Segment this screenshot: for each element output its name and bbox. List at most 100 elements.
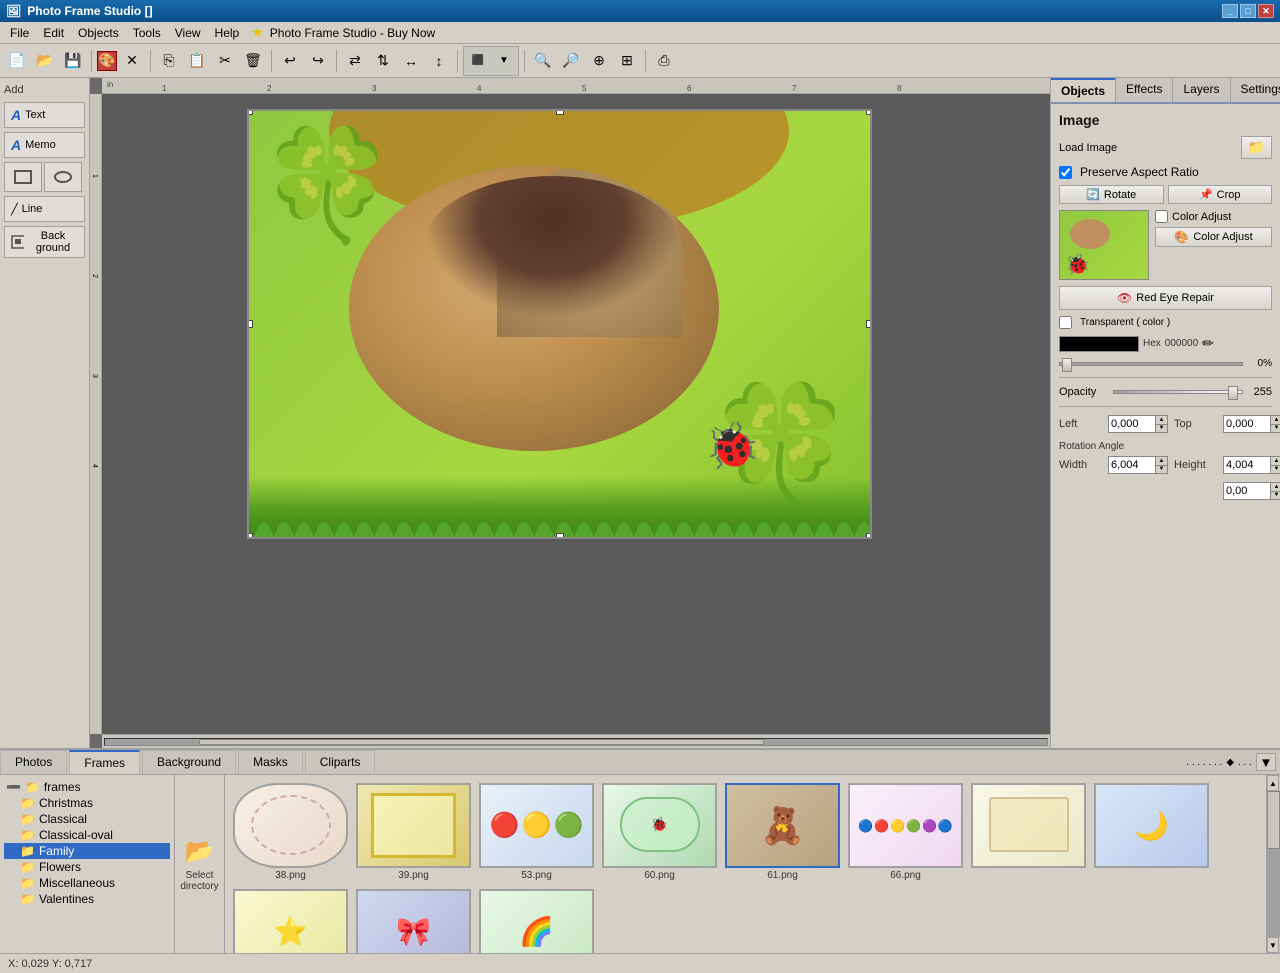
red-eye-button[interactable]: 👁 Red Eye Repair: [1059, 286, 1272, 310]
scroll-down-button[interactable]: ▼: [1256, 753, 1276, 771]
zoom-100-button[interactable]: ⊕: [586, 48, 612, 74]
scrollbar-thumb[interactable]: [199, 739, 764, 745]
align-right-button[interactable]: ▼: [491, 48, 517, 74]
width-input[interactable]: 6,004 ▲ ▼: [1108, 456, 1168, 474]
text-tool-button[interactable]: A Text: [4, 102, 85, 128]
thumb-39[interactable]: 39.png: [354, 781, 473, 883]
tree-classical[interactable]: 📁 Classical: [4, 811, 170, 827]
tab-effects[interactable]: Effects: [1116, 78, 1173, 102]
titlebar-controls[interactable]: _ □ ✕: [1222, 4, 1274, 18]
thumb-66[interactable]: 🔵🔴🟡 🟢🟣🔵 66.png: [846, 781, 965, 883]
tab-background[interactable]: Background: [142, 750, 236, 774]
tab-masks[interactable]: Masks: [238, 750, 303, 774]
handle-bl[interactable]: [247, 533, 253, 539]
redo-button[interactable]: ↪: [305, 48, 331, 74]
transparent-checkbox[interactable]: [1059, 316, 1072, 329]
menu-help[interactable]: Help: [209, 24, 246, 42]
opacity-slider[interactable]: [1113, 390, 1243, 394]
save-button[interactable]: 💾: [60, 48, 86, 74]
tree-root[interactable]: ➖ 📁 frames: [4, 779, 170, 795]
menu-view[interactable]: View: [169, 24, 207, 42]
canvas-scrollbar-h[interactable]: [102, 734, 1050, 748]
tab-layers[interactable]: Layers: [1173, 78, 1230, 102]
tree-christmas[interactable]: 📁 Christmas: [4, 795, 170, 811]
handle-br[interactable]: [866, 533, 872, 539]
crop-button[interactable]: 📌 Crop: [1168, 185, 1273, 204]
menu-edit[interactable]: Edit: [37, 24, 70, 42]
left-input[interactable]: 0,000 ▲ ▼: [1108, 415, 1168, 433]
color-slider[interactable]: [1059, 362, 1243, 366]
tab-objects[interactable]: Objects: [1051, 78, 1116, 102]
thumb-row2-5[interactable]: 🌈: [477, 887, 596, 953]
handle-tr[interactable]: [866, 109, 872, 115]
zoom-out-button[interactable]: 🔎: [558, 48, 584, 74]
scroll-down-button-v[interactable]: ▼: [1267, 937, 1279, 953]
thumb-row2-1[interactable]: [969, 781, 1088, 883]
tree-flowers[interactable]: 📁 Flowers: [4, 859, 170, 875]
rotation-input[interactable]: 0,00 ▲ ▼: [1223, 482, 1280, 500]
handle-bm[interactable]: [556, 533, 564, 539]
flip4-button[interactable]: ↕: [426, 48, 452, 74]
flip-v-button[interactable]: ⇅: [370, 48, 396, 74]
height-spin[interactable]: ▲ ▼: [1270, 457, 1280, 473]
left-spin-up[interactable]: ▲: [1155, 416, 1167, 425]
preserve-aspect-checkbox[interactable]: [1059, 166, 1072, 179]
load-image-button[interactable]: 📁: [1241, 136, 1272, 159]
flip3-button[interactable]: ↔: [398, 48, 424, 74]
tab-settings[interactable]: Settings: [1231, 78, 1280, 102]
close-button[interactable]: ✕: [1258, 4, 1274, 18]
canvas-area[interactable]: 🍀 🍀 🐞: [102, 94, 1050, 734]
height-input[interactable]: 4,004 ▲ ▼: [1223, 456, 1280, 474]
thumb-row2-2[interactable]: 🌙: [1092, 781, 1211, 883]
minimize-button[interactable]: _: [1222, 4, 1238, 18]
left-spin[interactable]: ▲ ▼: [1155, 416, 1167, 432]
select-directory-button[interactable]: 📂 Select directory: [175, 775, 225, 953]
maximize-button[interactable]: □: [1240, 4, 1256, 18]
memo-tool-button[interactable]: A Memo: [4, 132, 85, 158]
opacity-thumb[interactable]: [1228, 386, 1238, 400]
thumb-row2-3[interactable]: ⭐: [231, 887, 350, 953]
top-spin-up[interactable]: ▲: [1270, 416, 1280, 425]
thumb-scrollbar[interactable]: ▲ ▼: [1266, 775, 1280, 953]
undo-button[interactable]: ↩: [277, 48, 303, 74]
handle-tl[interactable]: [247, 109, 253, 115]
tree-miscellaneous[interactable]: 📁 Miscellaneous: [4, 875, 170, 891]
thumb-row2-4[interactable]: 🎀: [354, 887, 473, 953]
thumb-53[interactable]: 🔴 🟡 🟢 53.png: [477, 781, 596, 883]
scrollbar-track[interactable]: [104, 738, 1048, 746]
line-tool-button[interactable]: ╱ Line: [4, 196, 85, 222]
tab-frames[interactable]: Frames: [69, 750, 140, 774]
handle-ml[interactable]: [247, 320, 253, 328]
thumb-61[interactable]: 🧸 61.png: [723, 781, 842, 883]
handle-mr[interactable]: [866, 320, 872, 328]
width-spin[interactable]: ▲ ▼: [1155, 457, 1167, 473]
color-adjust-button[interactable]: 🎨 Color Adjust: [1155, 227, 1272, 247]
new-button[interactable]: 📄: [4, 48, 30, 74]
open-button[interactable]: 📂: [32, 48, 58, 74]
thumb-38[interactable]: 38.png: [231, 781, 350, 883]
menu-file[interactable]: File: [4, 24, 35, 42]
rotation-spin-up[interactable]: ▲: [1270, 483, 1280, 492]
copy-button[interactable]: ⎘: [156, 48, 182, 74]
rotate-button[interactable]: 🔄 Rotate: [1059, 185, 1164, 204]
height-spin-up[interactable]: ▲: [1270, 457, 1280, 466]
width-spin-up[interactable]: ▲: [1155, 457, 1167, 466]
tree-valentines[interactable]: 📁 Valentines: [4, 891, 170, 907]
top-spin-down[interactable]: ▼: [1270, 425, 1280, 433]
tab-cliparts[interactable]: Cliparts: [305, 750, 376, 774]
cut-button[interactable]: ✂: [212, 48, 238, 74]
background-tool-button[interactable]: Back ground: [4, 226, 85, 258]
scroll-up-button[interactable]: ▲: [1267, 775, 1279, 791]
canvas-image[interactable]: 🍀 🍀 🐞: [247, 109, 872, 539]
menu-objects[interactable]: Objects: [72, 24, 125, 42]
color-preview[interactable]: [1059, 336, 1139, 352]
color-button[interactable]: 🎨: [97, 51, 117, 71]
canvas-container[interactable]: in 1 2 3 4 5 6 7 8 1 2 3 4: [90, 78, 1050, 748]
width-spin-down[interactable]: ▼: [1155, 466, 1167, 474]
tree-family[interactable]: 📁 Family: [4, 843, 170, 859]
delete-button[interactable]: 🗑: [240, 48, 266, 74]
menu-tools[interactable]: Tools: [127, 24, 167, 42]
align-left-button[interactable]: ⬛: [465, 48, 491, 74]
top-input[interactable]: 0,000 ▲ ▼: [1223, 415, 1280, 433]
tree-classical-oval[interactable]: 📁 Classical-oval: [4, 827, 170, 843]
